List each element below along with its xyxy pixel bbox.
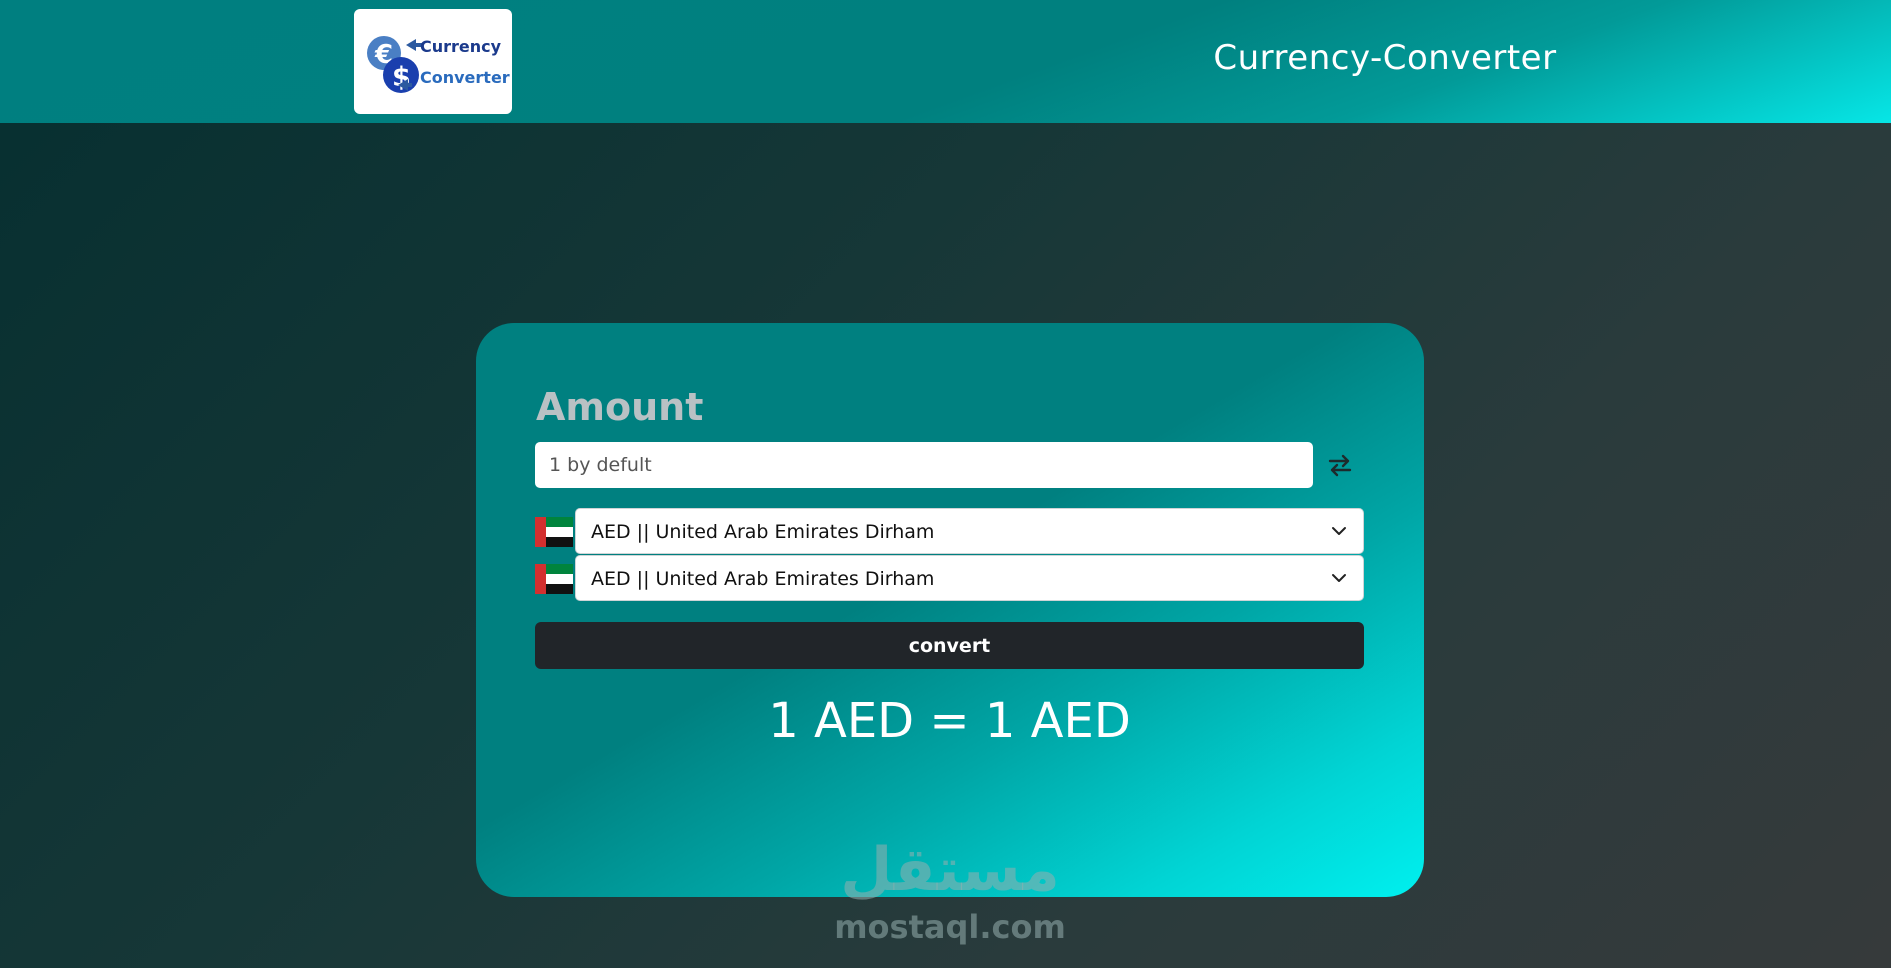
uae-flag-icon bbox=[535, 564, 573, 594]
convert-button[interactable]: convert bbox=[535, 622, 1364, 669]
watermark-arabic: مستقل bbox=[840, 835, 1060, 905]
converter-card: Amount AED || United Arab Emirates Dirha… bbox=[476, 323, 1424, 897]
from-currency-value: AED || United Arab Emirates Dirham bbox=[591, 521, 935, 543]
amount-label: Amount bbox=[536, 385, 704, 429]
to-currency-row: AED || United Arab Emirates Dirham bbox=[535, 555, 1364, 601]
logo-line1: Currency bbox=[420, 37, 502, 56]
swap-arrows-icon[interactable] bbox=[1325, 450, 1355, 480]
currency-exchange-icon: € $ Currency Converter bbox=[367, 36, 510, 93]
chevron-down-icon bbox=[1332, 527, 1346, 535]
conversion-result: 1 AED = 1 AED bbox=[768, 693, 1131, 749]
logo[interactable]: € $ Currency Converter bbox=[354, 9, 512, 114]
to-currency-select[interactable]: AED || United Arab Emirates Dirham bbox=[575, 555, 1364, 601]
chevron-down-icon bbox=[1332, 574, 1346, 582]
logo-line2: Converter bbox=[420, 68, 510, 87]
uae-flag-icon bbox=[535, 517, 573, 547]
watermark: مستقل mostaql.com bbox=[820, 840, 1080, 944]
to-currency-value: AED || United Arab Emirates Dirham bbox=[591, 568, 935, 590]
app-header: € $ Currency Converter Currency-Converte… bbox=[0, 0, 1891, 123]
from-currency-row: AED || United Arab Emirates Dirham bbox=[535, 508, 1364, 554]
amount-input[interactable] bbox=[535, 442, 1313, 488]
watermark-latin: mostaql.com bbox=[834, 908, 1066, 946]
from-currency-select[interactable]: AED || United Arab Emirates Dirham bbox=[575, 508, 1364, 554]
app-title: Currency-Converter bbox=[1213, 38, 1557, 78]
